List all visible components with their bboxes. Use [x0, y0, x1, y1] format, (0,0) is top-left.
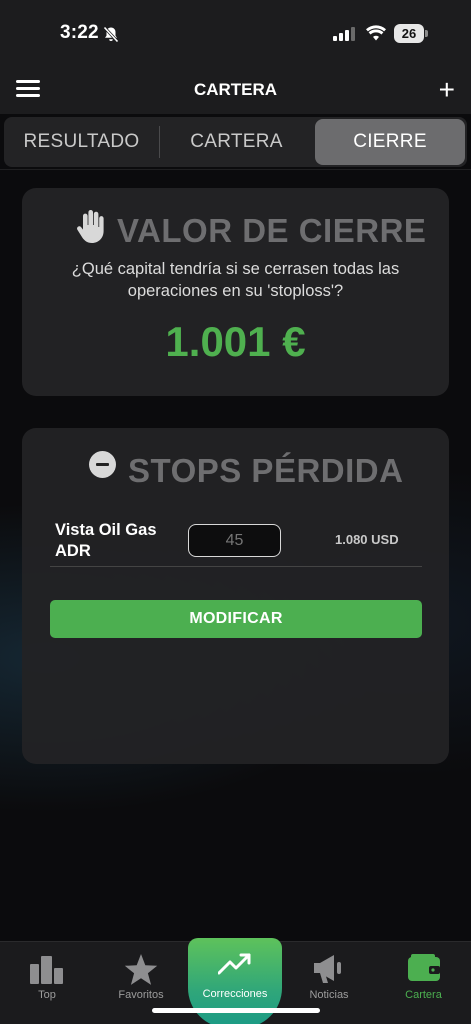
star-icon — [124, 954, 158, 985]
tab-resultado[interactable]: RESULTADO — [4, 117, 159, 167]
closing-value-description: ¿Qué capital tendría si se cerrasen toda… — [71, 260, 400, 300]
minus-circle-icon — [89, 451, 116, 478]
tab-label-correcciones: Correcciones — [202, 988, 268, 1000]
stoploss-input[interactable] — [188, 524, 281, 557]
wallet-icon — [407, 954, 440, 981]
position-name: Vista Oil Gas ADR — [55, 521, 157, 560]
home-indicator — [152, 1008, 320, 1013]
page-title: CARTERA — [193, 80, 278, 99]
battery-icon: 26 — [394, 24, 428, 43]
bell-off-icon — [103, 26, 119, 43]
tab-label-noticias: Noticias — [309, 989, 349, 1001]
divider — [0, 169, 471, 170]
tab-bar-top[interactable]: Top — [0, 942, 94, 1006]
trending-up-icon — [218, 953, 251, 975]
closing-value-amount: 1.001 € — [165, 318, 306, 365]
closing-value-title: VALOR DE CIERRE — [117, 212, 427, 249]
segmented-control: RESULTADO CARTERA CIERRE — [4, 117, 467, 167]
signal-icon — [333, 27, 355, 41]
battery-level: 26 — [401, 26, 417, 41]
modify-button[interactable]: MODIFICAR — [50, 600, 422, 638]
position-value: 1.080 USD — [335, 532, 399, 547]
wifi-icon — [366, 25, 386, 41]
tab-cierre[interactable]: CIERRE — [315, 119, 465, 165]
bar-chart-icon — [30, 956, 63, 984]
stops-loss-card: STOPS PÉRDIDA Vista Oil Gas ADR 1.080 US… — [22, 428, 449, 764]
tab-label-cartera: Cartera — [405, 989, 442, 1001]
tab-bar-noticias[interactable]: Noticias — [282, 942, 376, 1006]
tab-bar-cartera[interactable]: Cartera — [376, 942, 471, 1006]
status-bar: 3:22 26 — [0, 0, 471, 66]
closing-value-card: VALOR DE CIERRE ¿Qué capital tendría si … — [22, 188, 449, 396]
tab-label-top: Top — [38, 989, 56, 1001]
stops-loss-title: STOPS PÉRDIDA — [128, 452, 404, 489]
nav-bar: CARTERA + — [0, 66, 471, 114]
tab-cartera[interactable]: CARTERA — [159, 117, 314, 167]
row-divider — [50, 566, 422, 567]
stop-hand-icon — [77, 210, 104, 243]
megaphone-icon — [314, 955, 341, 983]
tab-label-favoritos: Favoritos — [118, 989, 164, 1001]
status-time: 3:22 — [60, 22, 99, 43]
tab-bar-favoritos[interactable]: Favoritos — [94, 942, 188, 1006]
add-icon[interactable]: + — [439, 76, 455, 104]
